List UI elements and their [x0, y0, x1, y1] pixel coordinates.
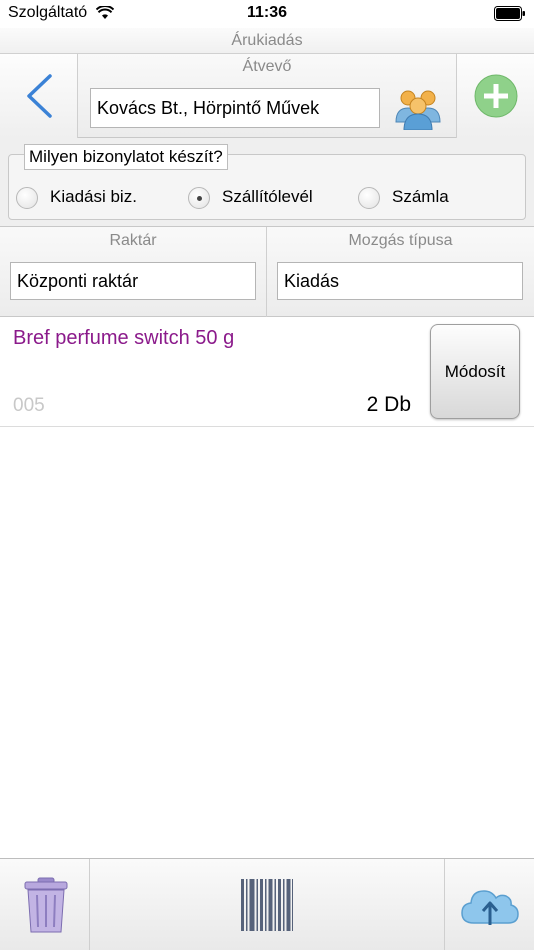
people-icon[interactable] — [394, 86, 442, 130]
upload-button[interactable] — [444, 859, 534, 950]
item-name: Bref perfume switch 50 g — [13, 327, 235, 349]
bottom-toolbar — [0, 858, 534, 950]
modify-button[interactable]: Módosít — [430, 324, 520, 419]
doc-type-question: Milyen bizonylatot készít? — [24, 144, 228, 170]
barcode-icon — [241, 879, 293, 931]
movement-type-field[interactable]: Kiadás — [277, 262, 523, 300]
trash-icon — [24, 877, 68, 933]
movement-column: Mozgás típusa Kiadás — [267, 227, 534, 317]
radio-label: Szállítólevél — [222, 187, 313, 206]
warehouse-label: Raktár — [109, 232, 157, 249]
carrier-name: Szolgáltató — [8, 4, 88, 21]
cloud-upload-icon — [461, 890, 519, 925]
radio-button[interactable] — [16, 187, 38, 209]
chevron-left-icon — [27, 74, 52, 118]
item-quantity: 2 Db — [366, 393, 411, 416]
recipient-row: Átvevő — [0, 54, 534, 138]
plus-circle-icon — [474, 74, 518, 118]
movement-type-label: Mozgás típusa — [348, 232, 453, 249]
delete-button[interactable] — [0, 859, 90, 950]
recipient-label: Átvevő — [242, 58, 292, 75]
radio-label: Kiadási biz. — [50, 187, 137, 206]
back-button[interactable] — [0, 54, 78, 138]
scan-barcode-button[interactable] — [90, 859, 444, 950]
status-bar: Szolgáltató 11:36 — [0, 0, 534, 28]
recipient-input[interactable] — [90, 88, 380, 128]
doc-type-section: Milyen bizonylatot készít? Kiadási biz. … — [0, 138, 534, 227]
radio-button[interactable] — [358, 187, 380, 209]
add-recipient-button[interactable] — [456, 54, 534, 138]
warehouse-field[interactable]: Központi raktár — [10, 262, 256, 300]
item-code: 005 — [13, 395, 45, 416]
screen-title: Árukiadás — [0, 28, 534, 54]
radio-szamla[interactable]: Számla — [358, 184, 478, 212]
wifi-icon — [96, 6, 114, 19]
warehouse-movement-row: Raktár Központi raktár Mozgás típusa Kia… — [0, 227, 534, 317]
battery-icon — [494, 6, 525, 21]
radio-szallitolevel[interactable]: Szállítólevél — [188, 184, 338, 212]
warehouse-column: Raktár Központi raktár — [0, 227, 267, 317]
radio-label: Számla — [392, 187, 449, 206]
radio-kiadasi-biz[interactable]: Kiadási biz. — [16, 184, 166, 212]
list-item[interactable]: Bref perfume switch 50 g 005 2 Db Módosí… — [0, 317, 534, 427]
radio-button-selected[interactable] — [188, 187, 210, 209]
